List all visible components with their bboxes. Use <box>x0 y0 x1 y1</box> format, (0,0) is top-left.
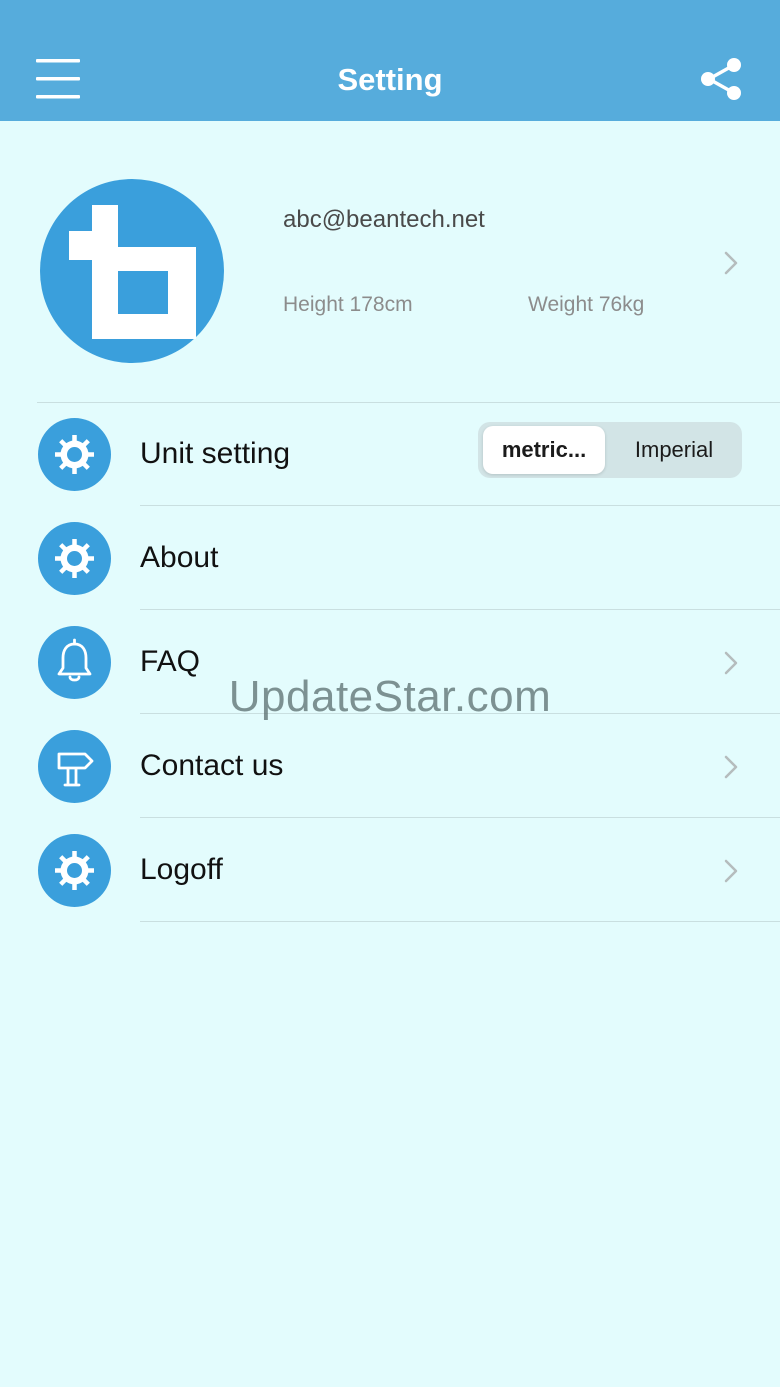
gear-icon <box>38 418 111 491</box>
unit-setting-label: Unit setting <box>140 437 291 470</box>
faq-label: FAQ <box>140 645 201 678</box>
unit-option-imperial[interactable]: Imperial <box>610 426 738 474</box>
share-icon[interactable] <box>696 56 746 102</box>
settings-row-unit: Unit setting metric... Imperial <box>0 403 780 506</box>
chevron-right-icon <box>722 753 740 781</box>
gear-icon <box>38 834 111 907</box>
row-divider <box>140 505 780 506</box>
chevron-right-icon <box>722 649 740 677</box>
contact-us-label: Contact us <box>140 749 284 782</box>
chevron-right-icon <box>722 249 740 277</box>
unit-segmented-control: metric... Imperial <box>478 422 742 478</box>
page-title: Setting <box>337 62 443 97</box>
profile-email: abc@beantech.net <box>283 206 485 233</box>
profile-weight: Weight 76kg <box>528 293 645 316</box>
settings-row-contact[interactable]: Contact us <box>0 715 780 818</box>
settings-row-about[interactable]: About <box>0 507 780 610</box>
row-divider <box>140 609 780 610</box>
gear-icon <box>38 522 111 595</box>
about-label: About <box>140 541 219 574</box>
beantech-logo-icon <box>40 179 224 363</box>
avatar <box>40 179 224 363</box>
row-divider <box>140 713 780 714</box>
profile-height: Height 178cm <box>283 293 413 316</box>
unit-option-metric[interactable]: metric... <box>483 426 605 474</box>
row-divider <box>140 921 780 922</box>
row-divider <box>140 817 780 818</box>
profile-card[interactable]: abc@beantech.net Height 178cm Weight 76k… <box>0 121 780 403</box>
logoff-label: Logoff <box>140 853 223 886</box>
signpost-icon <box>38 730 111 803</box>
nav-bar: Setting <box>0 0 780 121</box>
settings-row-faq[interactable]: FAQ <box>0 611 780 714</box>
bell-icon <box>38 626 111 699</box>
chevron-right-icon <box>722 857 740 885</box>
settings-row-logoff[interactable]: Logoff <box>0 819 780 922</box>
